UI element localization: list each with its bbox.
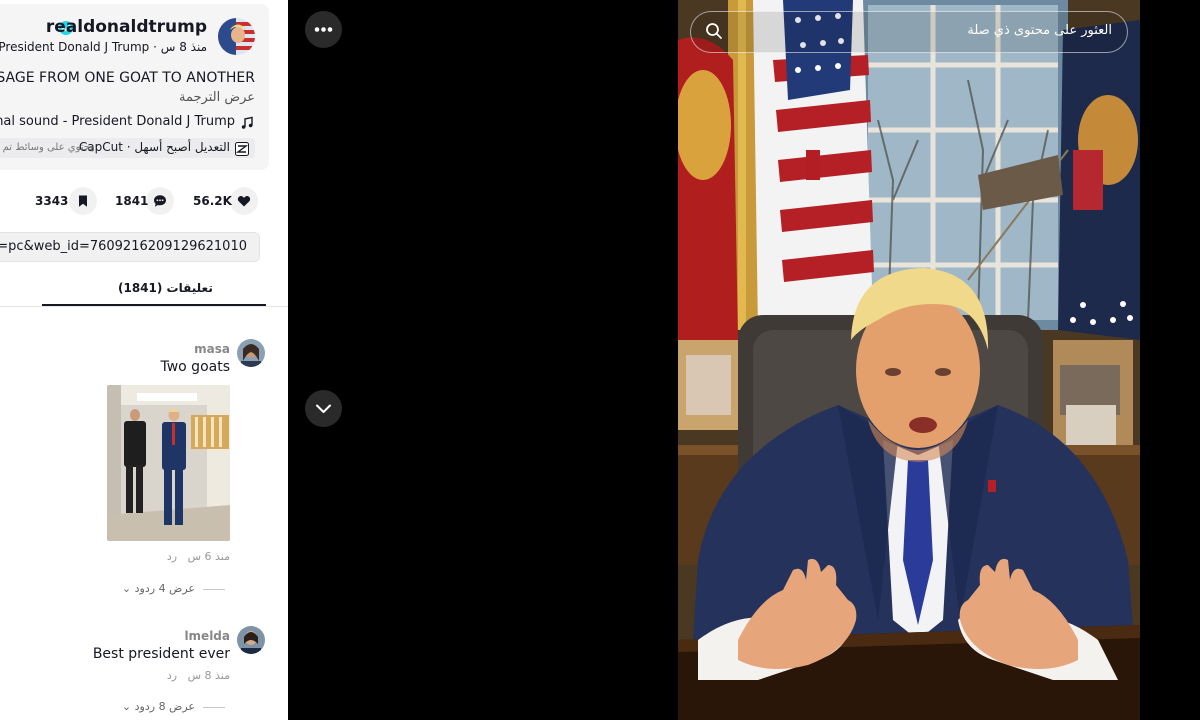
view-replies-button[interactable]: ⌄ عرض 4 ردود — [122, 582, 195, 595]
share-url[interactable]: device=pc&web_id=7609216209129621010 — [0, 239, 247, 254]
comment-meta: منذ 8 س رد — [167, 669, 230, 682]
replies-divider — [203, 589, 225, 590]
comment-button[interactable] — [146, 187, 174, 215]
comment-author[interactable]: lmelda — [184, 629, 230, 643]
save-button[interactable] — [69, 187, 97, 215]
capcut-label: CapCut · التعديل أصبح أسهل — [78, 140, 230, 154]
sound-link[interactable]: original sound - President Donald J Trum… — [0, 114, 235, 129]
comment-count: 1841 — [115, 194, 149, 208]
comment-avatar[interactable] — [237, 339, 265, 367]
chevron-down-icon: ⌄ — [121, 700, 132, 713]
music-note-icon — [240, 115, 254, 129]
comment-meta: منذ 6 س رد — [167, 550, 230, 563]
comment-text: Best president ever — [92, 646, 230, 662]
post-subline: President Donald J Trump · منذ 8 س — [0, 40, 207, 54]
search-placeholder[interactable]: العثور على محتوى ذي صلة — [967, 23, 1112, 38]
comment-avatar[interactable] — [237, 626, 265, 654]
like-count: 56.2K — [193, 194, 232, 208]
post-time: منذ 8 س — [160, 40, 207, 54]
replies-divider — [203, 707, 225, 708]
comment-time: منذ 6 س — [187, 550, 230, 563]
save-count: 3343 — [35, 194, 69, 208]
display-name[interactable]: President Donald J Trump — [0, 40, 149, 54]
tab-comments[interactable]: تعليقات (1841) — [118, 281, 213, 295]
avatar[interactable] — [218, 18, 255, 55]
like-button[interactable] — [230, 187, 258, 215]
chevron-down-icon: ⌄ — [121, 582, 132, 595]
comment-author[interactable]: masa — [194, 342, 230, 356]
capcut-icon — [235, 141, 249, 156]
view-replies-button[interactable]: ⌄ عرض 8 ردود — [122, 700, 195, 713]
comment-image[interactable] — [107, 385, 230, 541]
reply-button[interactable]: رد — [167, 669, 177, 682]
comment-text: Two goats — [160, 359, 230, 375]
chevron-down-icon — [305, 404, 342, 431]
divider — [0, 306, 288, 307]
translate-link[interactable]: عرض الترجمة — [179, 90, 255, 105]
more-options-button[interactable] — [305, 11, 342, 48]
post-caption: MESSAGE FROM ONE GOAT TO ANOTHER — [0, 70, 255, 86]
view-replies-label: عرض 8 ردود — [134, 700, 195, 713]
search-icon[interactable] — [705, 22, 723, 40]
reply-button[interactable]: رد — [167, 550, 177, 563]
post-username[interactable]: realdonaldtrump — [46, 17, 207, 37]
view-replies-label: عرض 4 ردود — [134, 582, 195, 595]
video-player[interactable] — [678, 0, 1140, 720]
comment-time: منذ 8 س — [187, 669, 230, 682]
video-frame — [678, 0, 1140, 720]
more-options-icon — [305, 27, 342, 52]
post-info-panel: realdonaldtrump President Donald J Trump… — [0, 0, 288, 720]
next-video-button[interactable] — [305, 390, 342, 427]
ai-content-note: يحتوي على وسائط تم إنشاؤها — [0, 142, 93, 153]
